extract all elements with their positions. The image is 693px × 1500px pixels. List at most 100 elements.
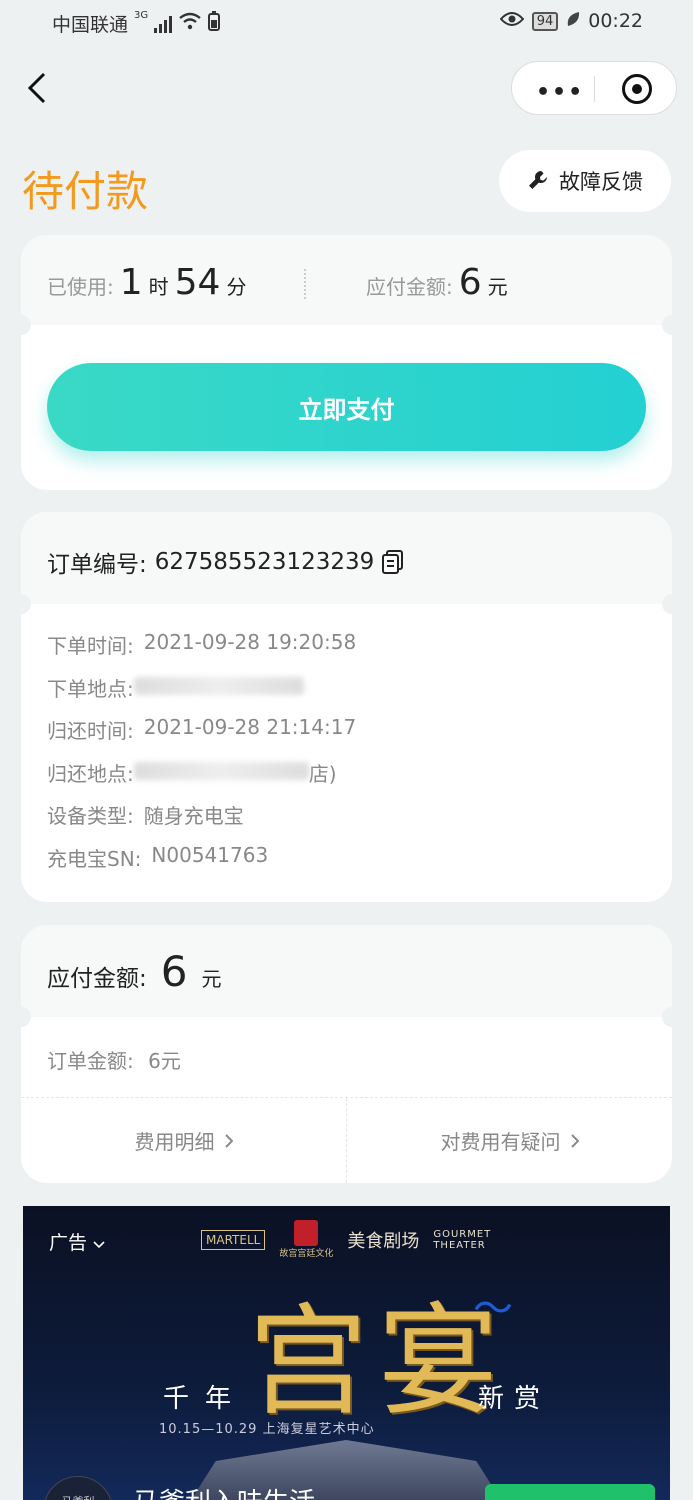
ad-banner[interactable]: 广告 MARTELL 故宫宫廷文化 美食剧场 GOURMET THEATER 〜 …: [23, 1206, 670, 1500]
back-button[interactable]: [24, 70, 54, 106]
due-label: 应付金额:: [47, 966, 147, 992]
row-value: 店): [308, 761, 337, 786]
row-value: 2021-09-28 19:20:58: [143, 630, 357, 654]
due-amount: 应付金额: 6 元: [47, 947, 221, 996]
chevron-left-icon: [27, 72, 46, 104]
gourmet-theater-en: GOURMET THEATER: [433, 1229, 491, 1251]
payment-card: 应付金额: 6 元 订单金额: 6元 费用明细 对费用有疑问: [21, 925, 672, 1183]
copy-icon[interactable]: [382, 550, 404, 574]
amount-due-unit: 元: [487, 275, 508, 299]
wifi-icon: [178, 12, 202, 35]
gourmet-en-line1: GOURMET: [433, 1228, 492, 1240]
minutes-unit: 分: [226, 275, 247, 299]
clock: 00:22: [588, 10, 643, 32]
due-unit: 元: [201, 967, 222, 991]
used-time: 已使用: 1 时 54 分: [47, 262, 246, 303]
leaf-icon: [566, 10, 580, 32]
brand-strip: MARTELL 故宫宫廷文化 美食剧场 GOURMET THEATER: [201, 1220, 491, 1259]
redacted-value: [133, 676, 304, 695]
fee-details-link[interactable]: 费用明细: [21, 1098, 347, 1183]
palace-brand-text: 故宫宫廷文化: [279, 1249, 334, 1259]
row-label: 归还时间:: [47, 719, 134, 743]
row-label: 下单地点:: [47, 676, 134, 701]
order-card: 订单编号: 627585523123239 下单时间: 2021-09-28 19…: [21, 512, 672, 902]
advertiser-logo: 马爹利: [43, 1476, 113, 1500]
ad-left-text: 千年: [163, 1384, 248, 1414]
ad-action-button[interactable]: [485, 1484, 655, 1500]
order-amount-label: 订单金额:: [47, 1049, 134, 1073]
fee-question-link[interactable]: 对费用有疑问: [347, 1098, 672, 1183]
palace-brand: 故宫宫廷文化: [279, 1220, 333, 1259]
row-label: 归还地点:: [47, 761, 134, 786]
miniprogram-capsule: •••: [511, 61, 677, 115]
ad-label[interactable]: 广告: [49, 1228, 105, 1255]
order-details: 下单时间: 2021-09-28 19:20:58 下单地点: 归还时间: 2021…: [47, 630, 356, 885]
used-hours: 1: [119, 262, 143, 303]
row-label: 充电宝SN:: [47, 846, 142, 871]
ad-right-text: 新赏: [478, 1384, 551, 1414]
used-time-label: 已使用:: [47, 275, 114, 299]
amount-due: 应付金额: 6 元: [366, 262, 508, 303]
order-place-row: 下单地点:: [47, 673, 356, 716]
amount-due-value: 6: [458, 262, 482, 303]
fault-feedback-label: 故障反馈: [559, 170, 643, 194]
more-options-icon[interactable]: •••: [536, 80, 584, 105]
payment-header: 应付金额: 6 元: [21, 925, 672, 1017]
row-value: 2021-09-28 21:14:17: [143, 715, 357, 739]
ad-date-line: 10.15—10.29 上海复星艺术中心: [159, 1422, 375, 1437]
row-label: 设备类型:: [47, 804, 134, 828]
redacted-value: [133, 761, 309, 780]
used-minutes: 54: [174, 262, 221, 303]
ad-hero-title: 宫宴: [248, 1293, 508, 1432]
return-place-row: 归还地点: 店): [47, 758, 356, 801]
ad-label-text: 广告: [49, 1232, 88, 1254]
battery-saver-icon: [208, 11, 221, 36]
chevron-down-icon: [93, 1241, 105, 1249]
palace-seal-icon: [294, 1220, 319, 1246]
status-right: 94 00:22: [499, 10, 643, 32]
order-number-value: 627585523123239: [154, 549, 375, 575]
ticket-notch-right: [662, 315, 672, 335]
row-label: 下单时间:: [47, 634, 134, 658]
ad-bottom-text: 马爹利入味生活: [133, 1482, 315, 1500]
hours-unit: 时: [148, 275, 169, 299]
wrench-icon: [529, 170, 547, 189]
order-amount: 订单金额: 6元: [47, 1045, 181, 1074]
signal-icon: [154, 15, 173, 33]
close-miniprogram-icon[interactable]: [622, 74, 652, 104]
amount-due-label: 应付金额:: [366, 275, 453, 299]
ticket-notch-right: [662, 594, 672, 614]
order-amount-value: 6元: [148, 1049, 181, 1073]
martell-logo: MARTELL: [201, 1229, 266, 1250]
due-value: 6: [160, 947, 188, 996]
capsule-divider: [594, 76, 595, 102]
summary-divider: [304, 269, 306, 299]
return-time-row: 归还时间: 2021-09-28 21:14:17: [47, 715, 356, 758]
pay-now-button[interactable]: 立即支付: [47, 363, 646, 451]
page-title: 待付款: [22, 167, 149, 216]
battery-indicator: 94: [531, 11, 559, 31]
payment-links: 费用明细 对费用有疑问: [21, 1097, 672, 1183]
row-value: 随身充电宝: [143, 804, 244, 828]
usage-card: 已使用: 1 时 54 分 应付金额: 6 元 立即支付: [21, 235, 672, 490]
usage-summary: 已使用: 1 时 54 分 应付金额: 6 元: [21, 235, 672, 325]
order-number: 订单编号: 627585523123239: [47, 545, 404, 579]
gourmet-theater-brand: 美食剧场: [347, 1230, 420, 1252]
chevron-right-icon: [224, 1133, 233, 1148]
ticket-notch-right: [662, 1007, 672, 1027]
fee-question-label: 对费用有疑问: [440, 1130, 561, 1154]
fault-feedback-button[interactable]: 故障反馈: [499, 150, 671, 212]
network-type: 3G: [134, 10, 149, 21]
order-number-label: 订单编号:: [47, 552, 147, 578]
gourmet-en-line2: THEATER: [433, 1239, 486, 1251]
order-time-row: 下单时间: 2021-09-28 19:20:58: [47, 630, 356, 673]
row-value: N00541763: [151, 842, 269, 867]
carrier-name: 中国联通: [52, 14, 129, 36]
eye-icon: [499, 10, 525, 32]
order-header: 订单编号: 627585523123239: [21, 512, 672, 604]
status-bar: 中国联通 3G 94 00:22: [0, 0, 693, 48]
status-left: 中国联通 3G: [52, 10, 221, 37]
fee-details-label: 费用明细: [134, 1130, 215, 1154]
powerbank-sn-row: 充电宝SN: N00541763: [47, 843, 356, 886]
device-type-row: 设备类型: 随身充电宝: [47, 800, 356, 843]
